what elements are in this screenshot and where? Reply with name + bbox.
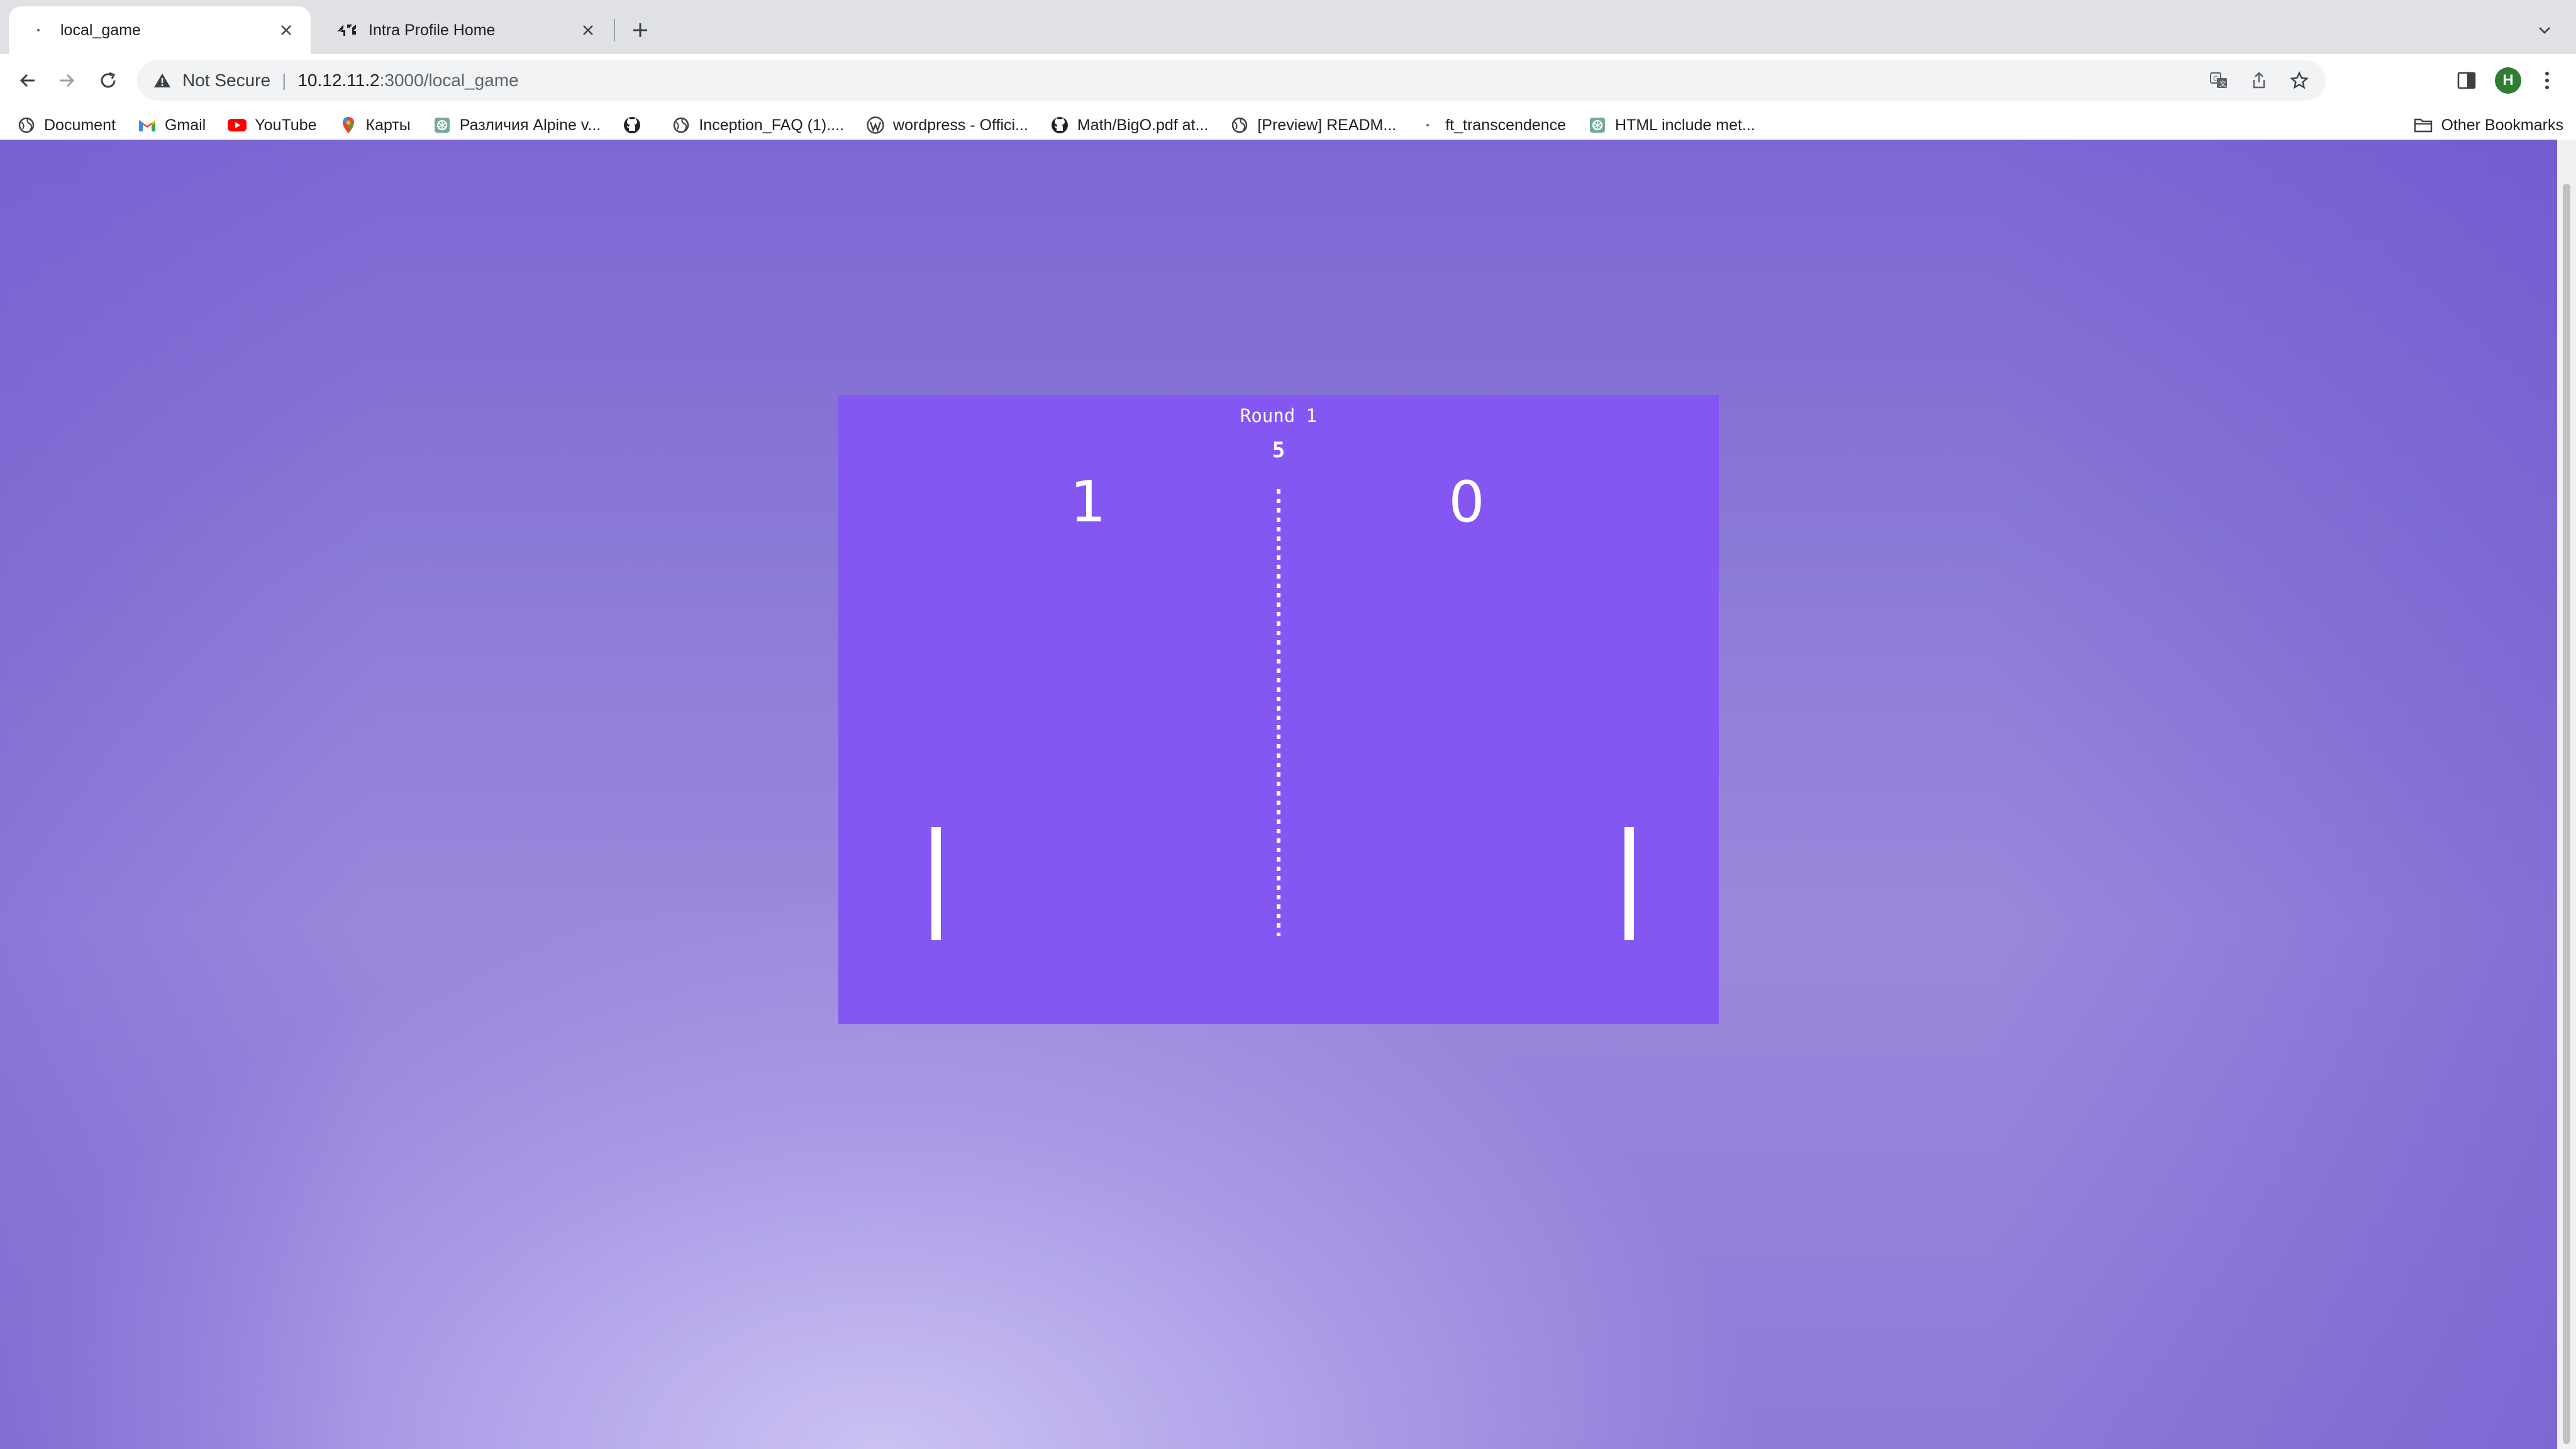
side-panel-icon: [2457, 72, 2476, 89]
game-board[interactable]: Round 1 5 1 0: [838, 395, 1719, 1024]
tab-strip: local_game Intra Profile Home: [0, 0, 2576, 54]
url-path: :3000/local_game: [379, 70, 519, 90]
warning-icon[interactable]: [151, 69, 174, 92]
maps-pin-icon: [338, 115, 358, 135]
dot-icon: [1418, 115, 1438, 135]
dot-icon: [28, 19, 49, 41]
globe-icon: [671, 115, 691, 135]
globe-icon: [1230, 115, 1250, 135]
bookmark-label: Карты: [365, 116, 411, 134]
address-bar[interactable]: Not Secure | 10.12.11.2 :3000/local_game…: [137, 60, 2326, 101]
bookmark-inception-faq[interactable]: Inception_FAQ (1)....: [671, 115, 844, 135]
chevron-down-icon: [2539, 27, 2550, 34]
bookmark-label: Различия Alpine v...: [459, 116, 601, 134]
plus-icon: [633, 23, 647, 37]
bookmark-bigo-pdf[interactable]: Math/BigO.pdf at...: [1050, 115, 1208, 135]
folder-icon: [2413, 115, 2433, 135]
other-bookmarks-label: Other Bookmarks: [2441, 116, 2563, 134]
bookmark-label: Math/BigO.pdf at...: [1077, 116, 1209, 134]
arrow-left-icon: [19, 74, 35, 87]
bookmark-gmail[interactable]: Gmail: [137, 115, 206, 135]
github-icon: [622, 115, 642, 135]
page-viewport: Round 1 5 1 0: [0, 140, 2557, 1449]
bookmark-label: Gmail: [164, 116, 206, 134]
side-panel-button[interactable]: [2449, 63, 2484, 98]
bookmark-label: YouTube: [255, 116, 317, 134]
background-shade-left: [0, 140, 377, 1449]
bookmark-label: Document: [44, 116, 116, 134]
score-left: 1: [1070, 469, 1106, 535]
translate-icon[interactable]: G文: [2205, 67, 2233, 94]
security-label[interactable]: Not Secure: [182, 70, 270, 91]
bookmark-alpine-diff[interactable]: Различия Alpine v...: [432, 115, 601, 135]
close-icon[interactable]: [577, 19, 599, 41]
bookmark-html-include[interactable]: HTML include met...: [1587, 115, 1755, 135]
42-logo-icon: [336, 19, 357, 41]
bookmark-preview-readme[interactable]: [Preview] READM...: [1230, 115, 1396, 135]
openai-icon: [1587, 115, 1607, 135]
background-shade-right: [1991, 140, 2557, 1449]
kebab-menu-icon: [2545, 72, 2549, 89]
tab-title: Intra Profile Home: [369, 21, 496, 39]
tab-search-button[interactable]: [2532, 18, 2557, 43]
gmail-icon: [137, 115, 157, 135]
url-host: 10.12.11.2: [297, 70, 380, 90]
round-label: Round 1: [1240, 405, 1318, 426]
center-net: [1277, 489, 1280, 936]
svg-text:文: 文: [2219, 79, 2226, 88]
close-icon[interactable]: [275, 19, 297, 41]
bookmark-github[interactable]: [622, 115, 650, 135]
youtube-icon: [227, 115, 247, 135]
scrollbar-thumb[interactable]: [2563, 184, 2570, 1444]
avatar: H: [2495, 67, 2521, 94]
bookmark-youtube[interactable]: YouTube: [227, 115, 317, 135]
address-divider: |: [282, 70, 287, 90]
tab-local-game[interactable]: local_game: [9, 6, 311, 54]
wordpress-icon: [865, 115, 886, 135]
countdown-timer: 5: [1272, 438, 1285, 463]
bookmark-ft-transcendence[interactable]: ft_transcendence: [1418, 115, 1566, 135]
vertical-scrollbar[interactable]: [2557, 140, 2576, 1449]
openai-icon: [432, 115, 452, 135]
forward-button[interactable]: [47, 60, 87, 101]
bookmark-label: [Preview] READM...: [1257, 116, 1397, 134]
bookmark-label: Inception_FAQ (1)....: [699, 116, 845, 134]
profile-button[interactable]: H: [2490, 63, 2526, 98]
browser-toolbar: Not Secure | 10.12.11.2 :3000/local_game…: [0, 54, 2576, 194]
arrow-right-icon: [60, 74, 75, 87]
reload-button[interactable]: [88, 60, 128, 101]
paddle-right: [1624, 827, 1634, 940]
bookmark-wordpress[interactable]: wordpress - Offici...: [865, 115, 1028, 135]
tab-divider: [614, 19, 615, 42]
new-tab-button[interactable]: [626, 16, 654, 44]
back-button[interactable]: [8, 60, 48, 101]
tab-intra-profile-home[interactable]: Intra Profile Home: [317, 6, 613, 54]
globe-icon: [16, 115, 36, 135]
bookmark-label: ft_transcendence: [1445, 116, 1567, 134]
score-right: 0: [1448, 469, 1485, 535]
reload-icon: [101, 72, 116, 88]
menu-button[interactable]: [2529, 63, 2565, 98]
github-icon: [1050, 115, 1070, 135]
tab-title: local_game: [60, 21, 141, 39]
bookmark-label: HTML include met...: [1615, 116, 1755, 134]
paddle-left: [931, 827, 941, 940]
bookmark-document[interactable]: Document: [16, 115, 116, 135]
bookmark-maps[interactable]: Карты: [338, 115, 411, 135]
share-icon[interactable]: [2245, 67, 2273, 94]
bookmark-label: wordpress - Offici...: [893, 116, 1028, 134]
bookmark-star-icon[interactable]: [2285, 67, 2313, 94]
